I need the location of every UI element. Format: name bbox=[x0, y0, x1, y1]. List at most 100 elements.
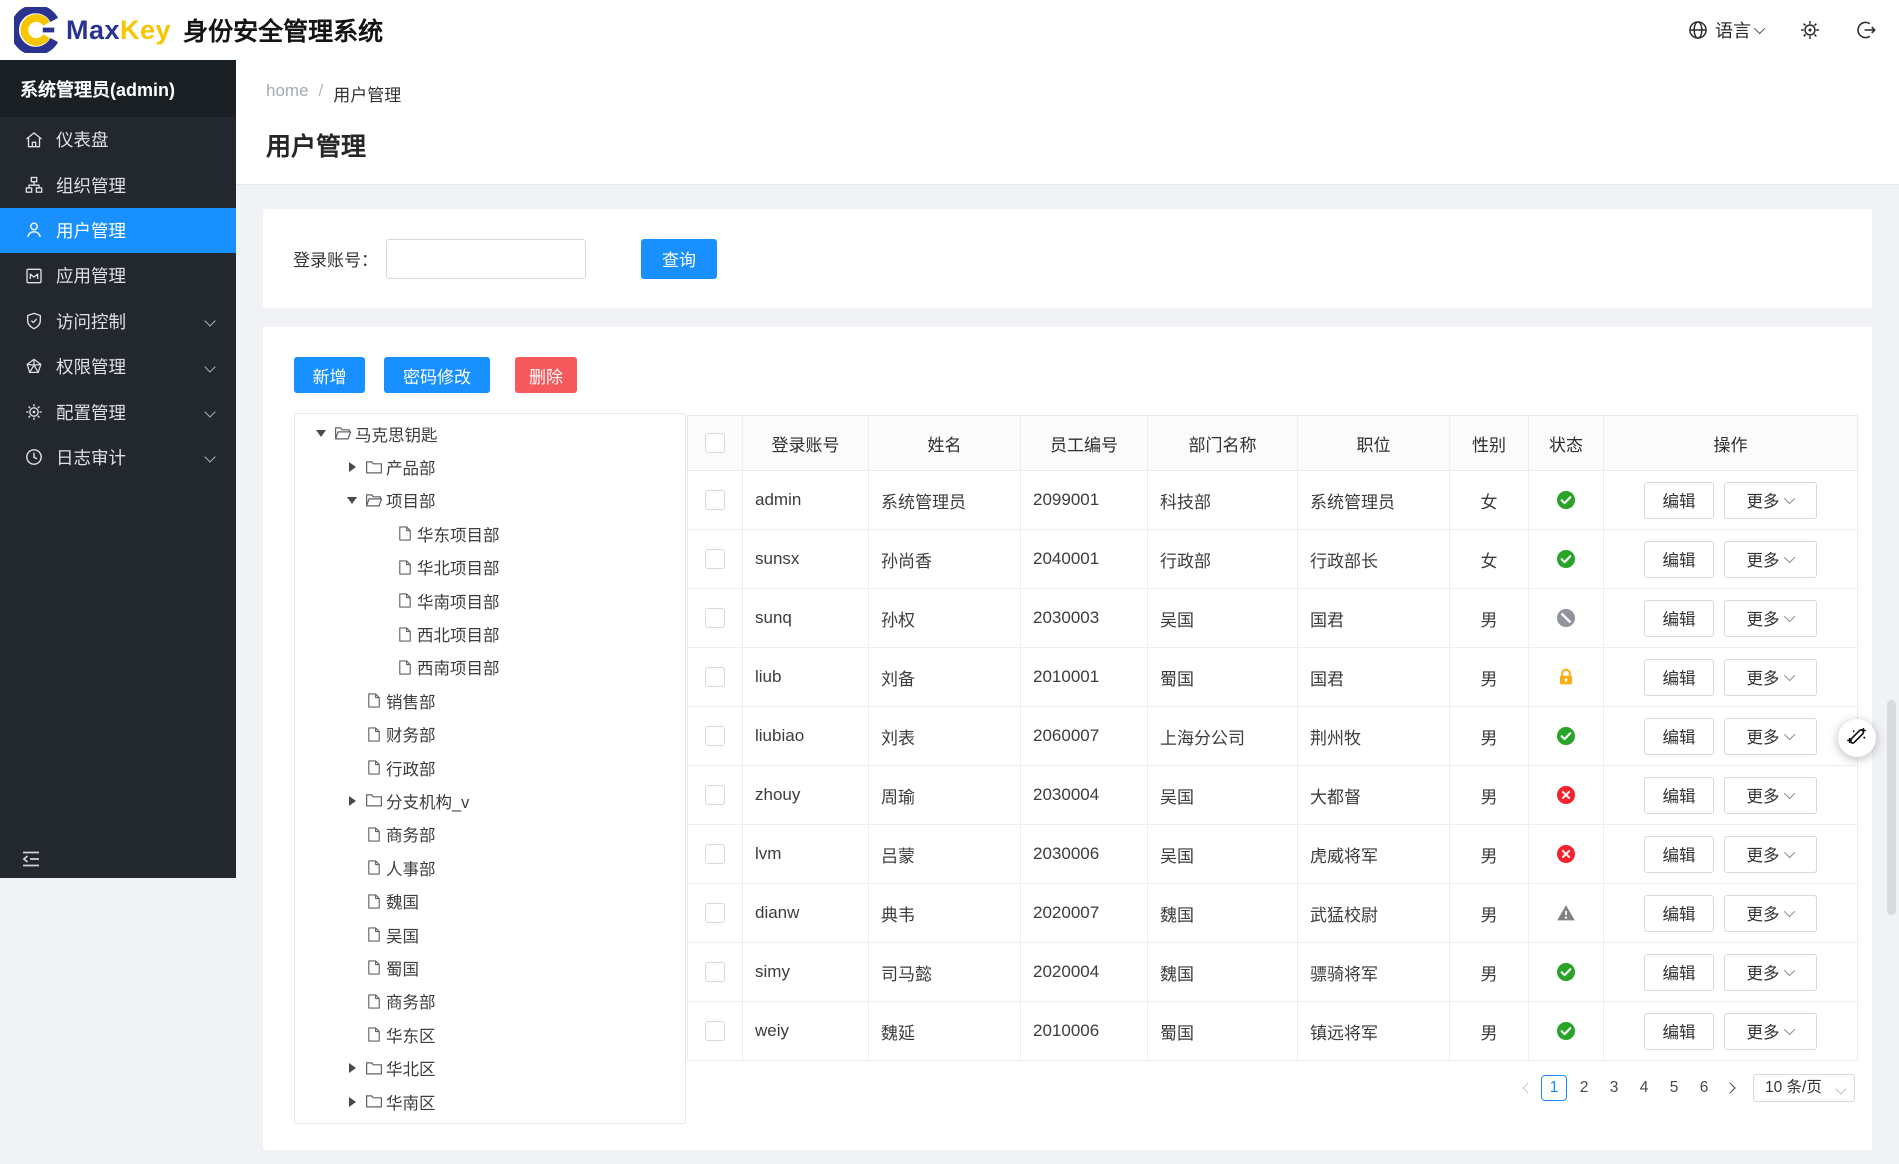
tree-node[interactable]: 财务部 bbox=[295, 718, 685, 751]
tree-node[interactable]: 华南项目部 bbox=[295, 584, 685, 617]
sidebar-item-6[interactable]: 权限管理 bbox=[0, 344, 236, 389]
edit-button[interactable]: 编辑 bbox=[1644, 1012, 1714, 1050]
vertical-scrollbar-thumb[interactable] bbox=[1887, 700, 1896, 915]
more-button[interactable]: 更多 bbox=[1724, 953, 1817, 991]
tree-node[interactable]: 马克思钥匙 bbox=[295, 417, 685, 450]
sidebar-item-7[interactable]: 配置管理 bbox=[0, 389, 236, 434]
caret-right-icon[interactable] bbox=[339, 1063, 365, 1074]
add-button[interactable]: 新增 bbox=[294, 357, 365, 393]
tree-node[interactable]: 华东区 bbox=[295, 1018, 685, 1051]
collapse-sidebar-icon[interactable] bbox=[20, 848, 42, 870]
chevron-down-icon bbox=[1783, 610, 1795, 623]
tree-node[interactable]: 项目部 bbox=[295, 484, 685, 517]
tree-node[interactable]: 商务部 bbox=[295, 818, 685, 851]
more-button[interactable]: 更多 bbox=[1724, 658, 1817, 696]
previous-page-button[interactable] bbox=[1517, 1075, 1539, 1101]
tree-node[interactable]: 吴国 bbox=[295, 918, 685, 951]
page-number-3[interactable]: 3 bbox=[1601, 1075, 1627, 1101]
row-actions: 编辑 更多 bbox=[1604, 540, 1857, 578]
sidebar-item-label: 仪表盘 bbox=[56, 130, 109, 151]
page-size-select[interactable]: 10 条/页 bbox=[1753, 1074, 1855, 1102]
tree-node[interactable]: 西南项目部 bbox=[295, 651, 685, 684]
select-all-checkbox[interactable] bbox=[705, 433, 725, 454]
edit-button[interactable]: 编辑 bbox=[1644, 658, 1714, 696]
sidebar-item-3[interactable]: 用户管理 bbox=[0, 207, 236, 254]
tree-node[interactable]: 华北项目部 bbox=[295, 551, 685, 584]
tree-node[interactable]: 行政部 bbox=[295, 751, 685, 784]
more-button[interactable]: 更多 bbox=[1724, 717, 1817, 755]
more-button[interactable]: 更多 bbox=[1724, 599, 1817, 637]
more-button[interactable]: 更多 bbox=[1724, 540, 1817, 578]
settings-gear-icon[interactable] bbox=[1799, 19, 1821, 41]
sidebar-item-2[interactable]: 组织管理 bbox=[0, 162, 236, 207]
cell-actions: 编辑 更多 bbox=[1603, 1001, 1858, 1061]
page-number-1[interactable]: 1 bbox=[1541, 1075, 1567, 1101]
page-number-6[interactable]: 6 bbox=[1691, 1075, 1717, 1101]
caret-right-icon[interactable] bbox=[339, 462, 365, 473]
edit-button[interactable]: 编辑 bbox=[1644, 953, 1714, 991]
login-account-input[interactable] bbox=[386, 238, 586, 279]
tree-node[interactable]: 蜀国 bbox=[295, 951, 685, 984]
edit-button[interactable]: 编辑 bbox=[1644, 894, 1714, 932]
row-checkbox[interactable] bbox=[705, 726, 725, 747]
caret-down-icon[interactable] bbox=[308, 430, 334, 438]
tree-node[interactable]: 销售部 bbox=[295, 684, 685, 717]
logout-icon[interactable] bbox=[1855, 19, 1877, 41]
edit-button[interactable]: 编辑 bbox=[1644, 540, 1714, 578]
edit-button[interactable]: 编辑 bbox=[1644, 717, 1714, 755]
language-menu[interactable]: 语言 bbox=[1687, 17, 1766, 43]
sidebar-item-5[interactable]: 访问控制 bbox=[0, 299, 236, 344]
row-checkbox[interactable] bbox=[705, 903, 725, 924]
query-button[interactable]: 查询 bbox=[641, 238, 717, 279]
tree-node[interactable]: 魏国 bbox=[295, 884, 685, 917]
sidebar-item-4[interactable]: 应用管理 bbox=[0, 253, 236, 298]
tree-node[interactable]: 人事部 bbox=[295, 851, 685, 884]
row-checkbox[interactable] bbox=[705, 785, 725, 806]
more-button[interactable]: 更多 bbox=[1724, 776, 1817, 814]
cell-department: 蜀国 bbox=[1147, 647, 1298, 707]
edit-button[interactable]: 编辑 bbox=[1644, 481, 1714, 519]
next-page-button[interactable] bbox=[1719, 1075, 1741, 1101]
user-table: 登录账号 姓名 员工编号 部门名称 职位 性别 状态 操作 admin 系统管理员 2099001… bbox=[687, 415, 1858, 1061]
more-button[interactable]: 更多 bbox=[1724, 1012, 1817, 1050]
sidebar-item-8[interactable]: 日志审计 bbox=[0, 435, 236, 480]
more-button[interactable]: 更多 bbox=[1724, 481, 1817, 519]
row-checkbox[interactable] bbox=[705, 549, 725, 570]
row-checkbox[interactable] bbox=[705, 1021, 725, 1042]
page-number-5[interactable]: 5 bbox=[1661, 1075, 1687, 1101]
screenshot-wand-button[interactable] bbox=[1838, 719, 1876, 757]
table-row: liubiao 刘表 2060007 上海分公司 荆州牧男 编辑 更多 bbox=[687, 706, 1858, 766]
more-button[interactable]: 更多 bbox=[1724, 894, 1817, 932]
caret-right-icon[interactable] bbox=[339, 1096, 365, 1107]
sidebar-item-1[interactable]: 仪表盘 bbox=[0, 117, 236, 162]
edit-button[interactable]: 编辑 bbox=[1644, 599, 1714, 637]
tree-node[interactable]: 西北项目部 bbox=[295, 617, 685, 650]
cell-status bbox=[1528, 1001, 1604, 1061]
cell-employee-no: 2030003 bbox=[1020, 588, 1148, 648]
tree-node[interactable]: 产品部 bbox=[295, 450, 685, 483]
row-checkbox[interactable] bbox=[705, 667, 725, 688]
tree-node[interactable]: 华南区 bbox=[295, 1085, 685, 1118]
tree-node[interactable]: 分支机构_v bbox=[295, 784, 685, 817]
row-checkbox[interactable] bbox=[705, 962, 725, 983]
more-button[interactable]: 更多 bbox=[1724, 835, 1817, 873]
cell-position: 国君 bbox=[1297, 647, 1450, 707]
caret-right-icon[interactable] bbox=[339, 795, 365, 806]
change-password-button[interactable]: 密码修改 bbox=[384, 357, 490, 393]
row-checkbox[interactable] bbox=[705, 608, 725, 629]
edit-button[interactable]: 编辑 bbox=[1644, 776, 1714, 814]
page-number-4[interactable]: 4 bbox=[1631, 1075, 1657, 1101]
page-number-2[interactable]: 2 bbox=[1571, 1075, 1597, 1101]
tree-node[interactable]: 商务部 bbox=[295, 985, 685, 1018]
breadcrumb-home-link[interactable]: home bbox=[266, 81, 309, 106]
row-checkbox[interactable] bbox=[705, 490, 725, 511]
folder-open-icon bbox=[365, 492, 383, 509]
edit-button[interactable]: 编辑 bbox=[1644, 835, 1714, 873]
status-active-icon bbox=[1556, 1021, 1576, 1041]
caret-down-icon[interactable] bbox=[339, 496, 365, 504]
tree-node[interactable]: 华东项目部 bbox=[295, 517, 685, 550]
row-checkbox[interactable] bbox=[705, 844, 725, 865]
delete-button[interactable]: 删除 bbox=[515, 357, 577, 393]
tree-node[interactable]: 华北区 bbox=[295, 1051, 685, 1084]
cell-actions: 编辑 更多 bbox=[1603, 588, 1858, 648]
